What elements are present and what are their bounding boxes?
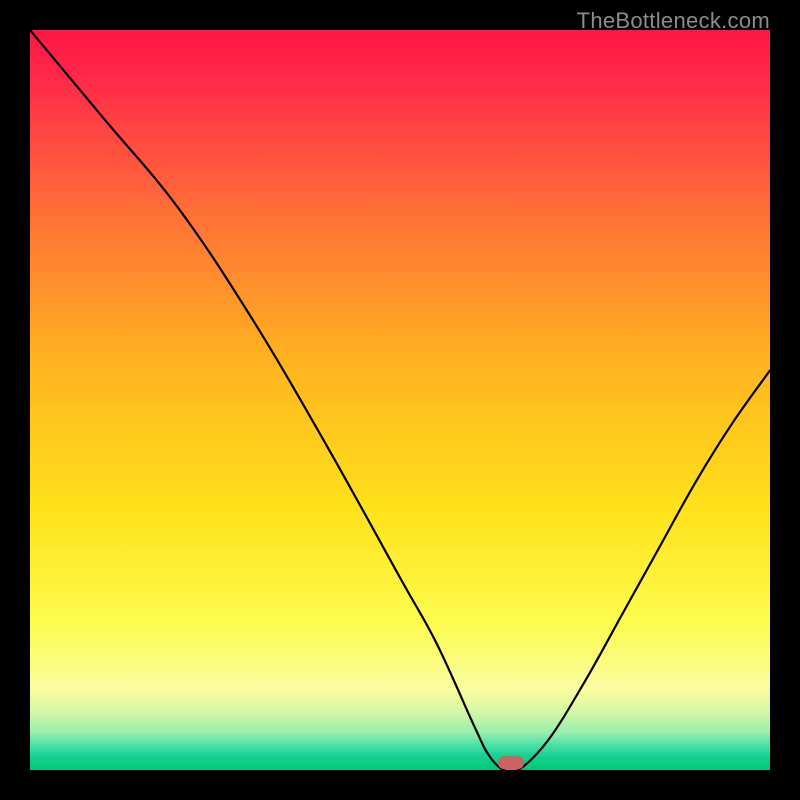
chart-svg xyxy=(30,30,770,770)
chart-background xyxy=(30,30,770,770)
outer-frame: TheBottleneck.com xyxy=(0,0,800,800)
optimum-marker xyxy=(498,756,524,769)
chart-plot-area xyxy=(30,30,770,770)
